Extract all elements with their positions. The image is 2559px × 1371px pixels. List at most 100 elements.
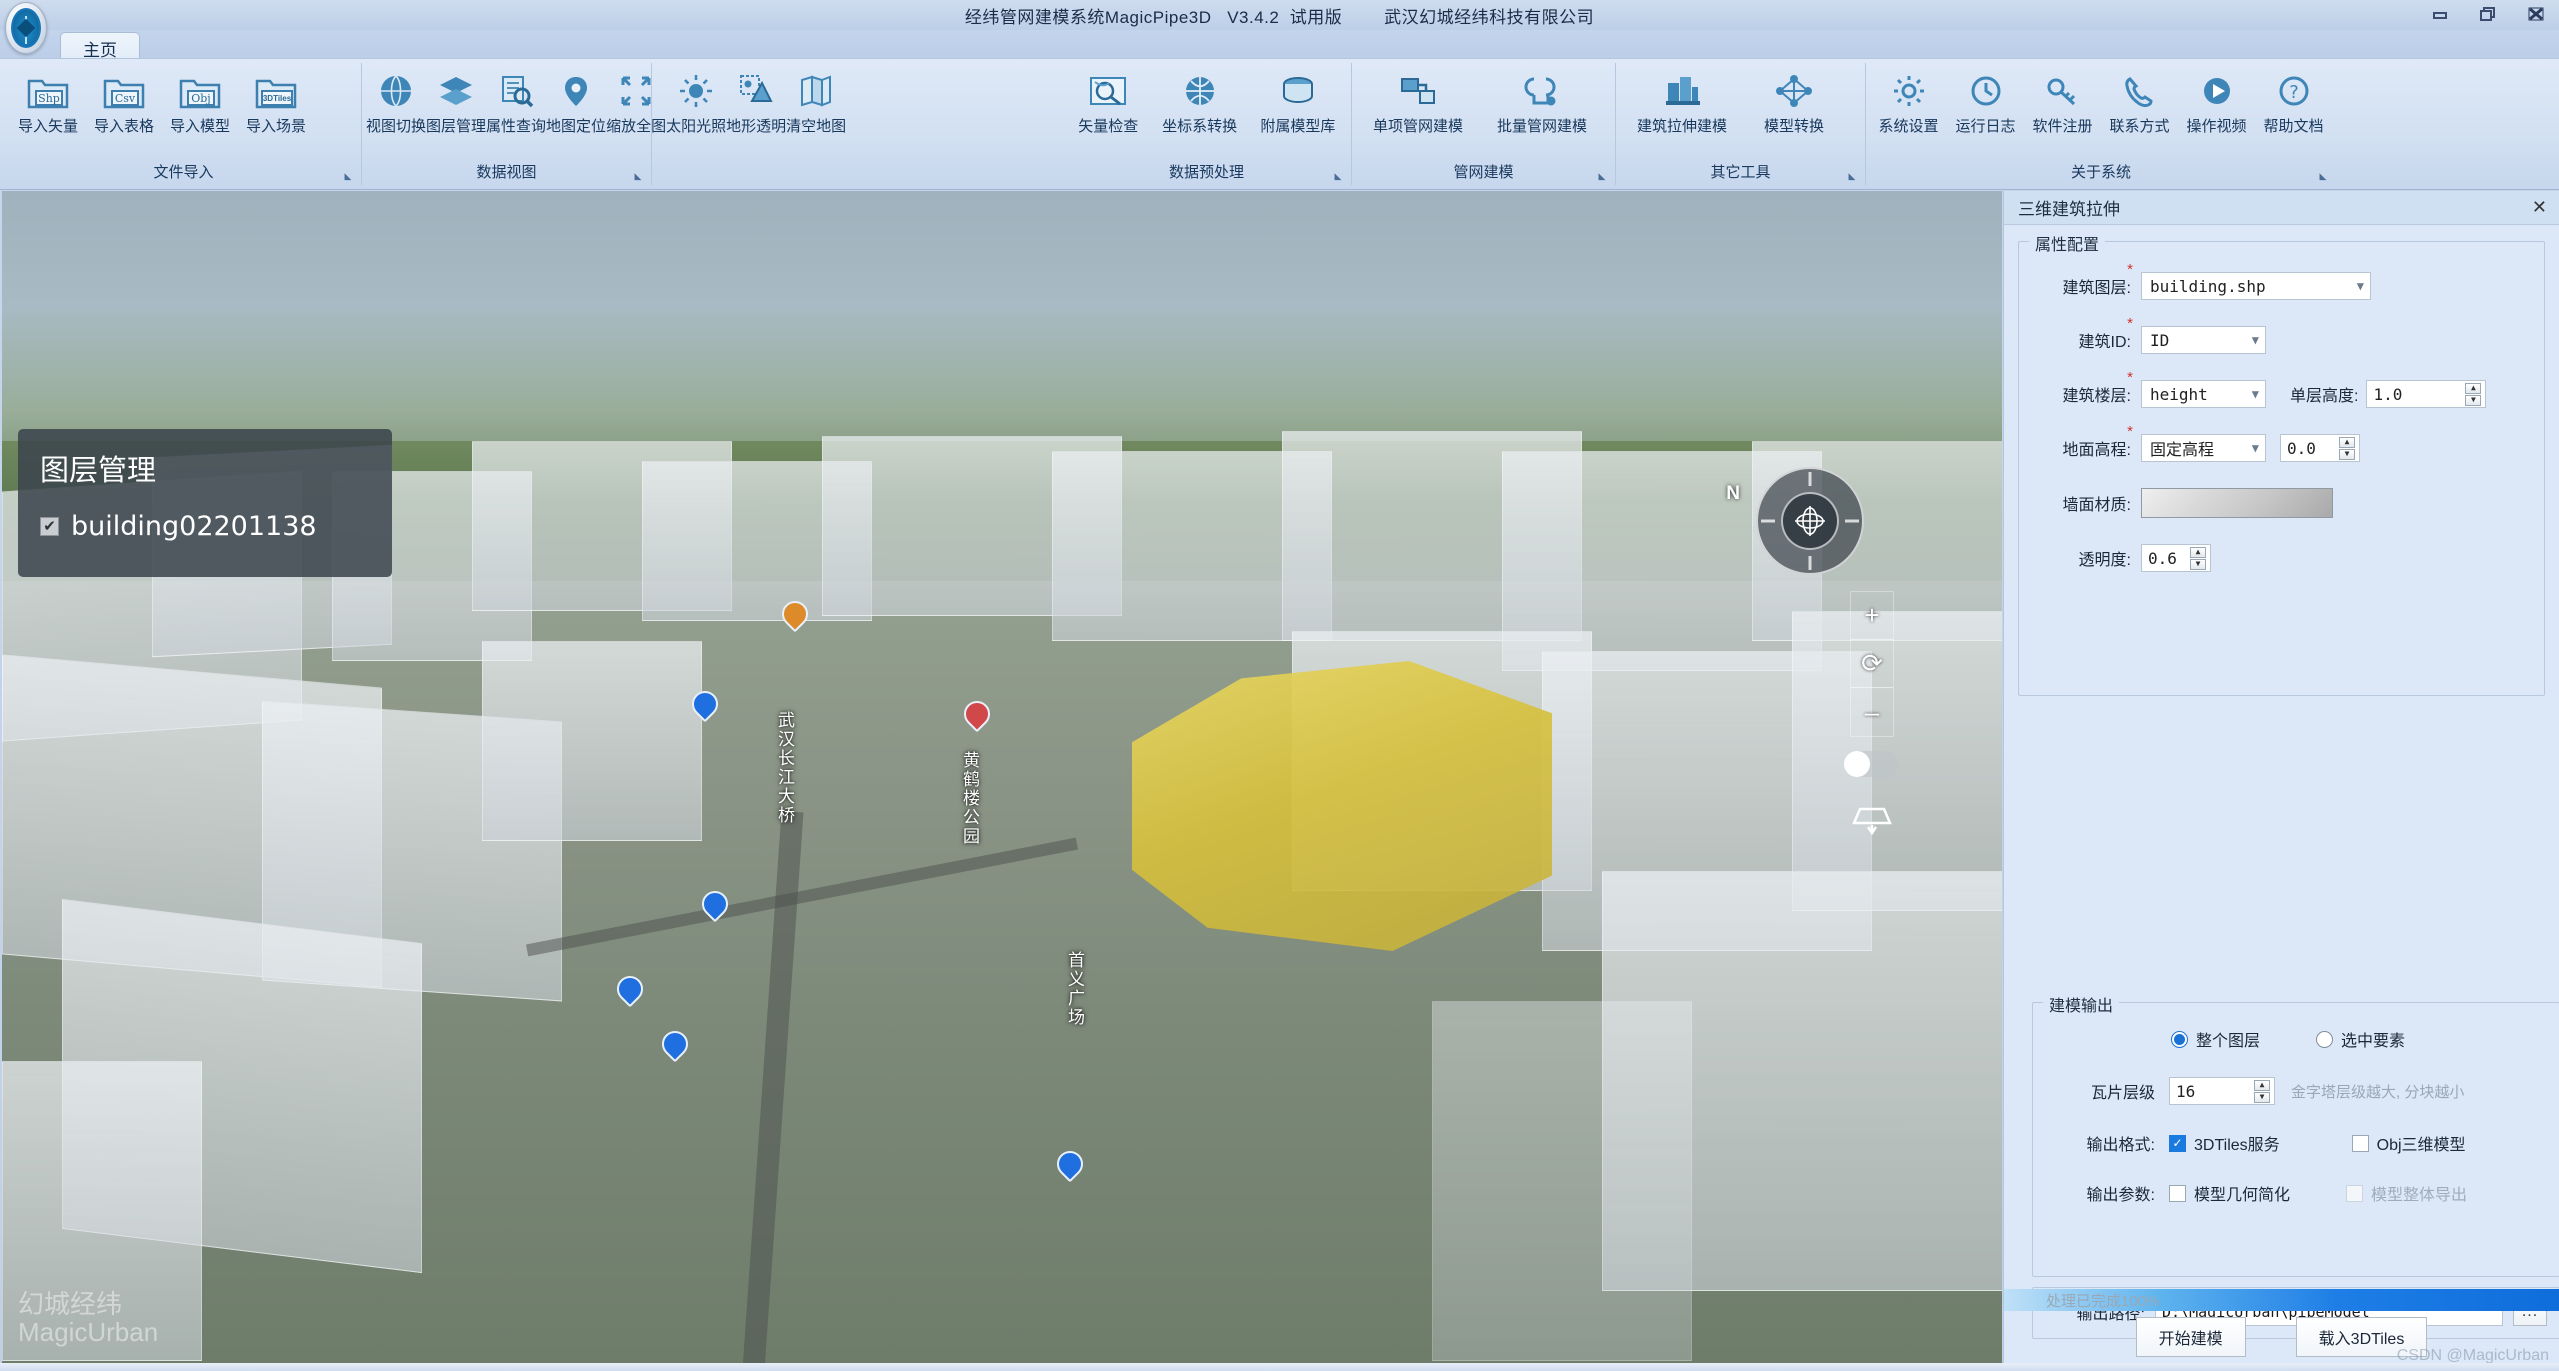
stepper-up-icon[interactable]: ▲ — [2465, 382, 2482, 394]
checkbox-whole-export[interactable] — [2346, 1184, 2364, 1202]
chevron-down-icon: ▼ — [2356, 279, 2364, 293]
stepper-arrows[interactable]: ▲ ▼ — [2254, 1079, 2272, 1103]
layer-item-label: building02201138 — [71, 511, 317, 542]
log-clock-icon — [1965, 69, 2007, 113]
ribbon-button-sunlight[interactable]: 太阳光照 — [666, 67, 726, 138]
select-value: height — [2150, 384, 2208, 404]
ribbon-group-title: 关于系统 ◣ — [1866, 161, 2336, 185]
stepper-up-icon[interactable]: ▲ — [2339, 436, 2355, 448]
ribbon-group-pipe-modeling: 单项管网建模 批量管网建模 管网建模 ◣ — [1352, 63, 1616, 185]
dialog-launcher-icon[interactable]: ◣ — [1847, 172, 1857, 182]
checkbox-3dtiles-label: 3DTiles服务 — [2194, 1137, 2280, 1154]
compass-center-icon[interactable] — [1781, 492, 1839, 550]
building-id-label: 建筑ID: * — [2031, 315, 2133, 352]
ribbon-label: 软件注册 — [2032, 118, 2093, 135]
dialog-launcher-icon[interactable]: ◣ — [1597, 172, 1607, 182]
ribbon-button-crs-convert[interactable]: 坐标系转换 — [1151, 67, 1249, 138]
radio-selected-features[interactable] — [2316, 1030, 2334, 1048]
layer-checkbox[interactable]: ✔ — [40, 517, 59, 536]
ribbon-button-system-settings[interactable]: 系统设置 — [1870, 67, 1947, 138]
svg-text:Shp: Shp — [38, 92, 60, 105]
ribbon-button-single-pipe-model[interactable]: 单项管网建模 — [1356, 67, 1480, 138]
ribbon-button-layer-manager[interactable]: 图层管理 — [426, 67, 486, 138]
ribbon-group-other-tools: 建筑拉伸建模 模型转换 其它工具 ◣ — [1616, 63, 1866, 185]
building-floors-select[interactable]: height ▼ — [2141, 380, 2266, 408]
ribbon-button-model-library[interactable]: 附属模型库 — [1249, 67, 1347, 138]
stepper-down-icon[interactable]: ▼ — [2465, 394, 2482, 406]
map-3d-viewport[interactable]: 武汉长江大桥 黄鹤楼公园 首义广场 图层管理 ✔ building0220113… — [2, 191, 2002, 1363]
folder-csv-icon: Csv — [101, 69, 147, 113]
close-button[interactable] — [2521, 3, 2551, 25]
checkbox-obj-label: Obj三维模型 — [2376, 1137, 2466, 1154]
reset-view-button[interactable]: ⟳ — [1851, 640, 1893, 688]
building-id-select[interactable]: ID ▼ — [2141, 326, 2266, 354]
dialog-launcher-icon[interactable]: ◣ — [2318, 172, 2328, 182]
stepper-down-icon[interactable]: ▼ — [2339, 448, 2355, 460]
zoom-in-button[interactable]: + — [1851, 592, 1893, 640]
stepper-down-icon[interactable]: ▼ — [2254, 1091, 2270, 1103]
ground-elevation-select[interactable]: 固定高程 ▼ — [2141, 434, 2266, 462]
application-window: 经纬管网建模系统MagicPipe3D V3.4.2 试用版 武汉幻城经纬科技有… — [0, 0, 2559, 1371]
ribbon-button-clear-map[interactable]: 清空地图 — [786, 67, 846, 138]
window-title: 经纬管网建模系统MagicPipe3D V3.4.2 试用版 武汉幻城经纬科技有… — [964, 7, 1595, 27]
view-mode-toggle[interactable] — [1844, 751, 1898, 777]
ribbon-button-import-model[interactable]: Obj 导入模型 — [162, 67, 238, 138]
camera-frustum-icon[interactable] — [1850, 803, 1894, 844]
ribbon-button-register[interactable]: 软件注册 — [2024, 67, 2101, 138]
stepper-value: 0.6 — [2148, 548, 2177, 568]
opacity-stepper[interactable]: 0.6 ▲ ▼ — [2141, 544, 2211, 572]
stepper-arrows[interactable]: ▲ ▼ — [2465, 382, 2483, 406]
panel-close-icon[interactable]: ✕ — [2532, 197, 2547, 218]
dialog-launcher-icon[interactable]: ◣ — [1333, 172, 1343, 182]
chevron-down-icon: ▼ — [2251, 441, 2259, 455]
ribbon-button-import-vector[interactable]: Shp 导入矢量 — [10, 67, 86, 138]
chevron-down-icon: ▼ — [2251, 387, 2259, 401]
play-icon — [2196, 69, 2238, 113]
ribbon-button-building-extrude[interactable]: 建筑拉伸建模 — [1620, 67, 1744, 138]
section-legend: 建模输出 — [2043, 992, 2120, 1016]
stepper-arrows[interactable]: ▲ ▼ — [2190, 546, 2208, 570]
checkbox-obj[interactable] — [2351, 1134, 2369, 1152]
start-modeling-button[interactable]: 开始建模 — [2135, 1317, 2246, 1357]
ribbon-button-batch-pipe-model[interactable]: 批量管网建模 — [1480, 67, 1604, 138]
ground-elevation-stepper[interactable]: 0.0 ▲ ▼ — [2280, 434, 2360, 462]
ribbon-button-view-switch[interactable]: 视图切换 — [366, 67, 426, 138]
required-asterisk: * — [2127, 261, 2133, 278]
ribbon-button-video[interactable]: 操作视频 — [2178, 67, 2255, 138]
ribbon-label: 附属模型库 — [1260, 118, 1336, 135]
wall-material-swatch[interactable] — [2141, 488, 2333, 518]
building-layer-select[interactable]: building.shp ▼ — [2141, 272, 2371, 300]
ribbon-button-contact[interactable]: 联系方式 — [2101, 67, 2178, 138]
layer-list-item[interactable]: ✔ building02201138 — [40, 511, 370, 542]
checkbox-3dtiles[interactable]: ✓ — [2169, 1134, 2186, 1152]
ribbon-button-model-convert[interactable]: 模型转换 — [1744, 67, 1844, 138]
minimize-button[interactable] — [2425, 3, 2455, 25]
floor-height-stepper[interactable]: 1.0 ▲ ▼ — [2366, 380, 2487, 408]
dialog-launcher-icon[interactable]: ◣ — [633, 172, 643, 182]
stepper-down-icon[interactable]: ▼ — [2190, 558, 2206, 570]
app-logo-icon[interactable] — [5, 2, 47, 54]
ribbon-button-attribute-query[interactable]: 属性查询 — [486, 67, 546, 138]
zoom-controls[interactable]: + ⟳ – — [1850, 591, 1894, 737]
ribbon-button-import-table[interactable]: Csv 导入表格 — [86, 67, 162, 138]
dialog-launcher-icon[interactable]: ◣ — [343, 172, 353, 182]
stepper-up-icon[interactable]: ▲ — [2254, 1079, 2270, 1091]
ribbon-button-vector-check[interactable]: 矢量检查 — [1066, 67, 1151, 138]
ribbon-button-import-scene[interactable]: 3DTiles 导入场景 — [238, 67, 314, 138]
ribbon-button-map-locate[interactable]: 地图定位 — [546, 67, 606, 138]
compass-widget[interactable] — [1756, 467, 1864, 575]
ribbon-group-about: 系统设置 运行日志 软件注册 联系方式 操作视频 ? 帮助文档 关于系统 ◣ — [1866, 63, 2336, 185]
zoom-out-button[interactable]: – — [1851, 688, 1893, 736]
ribbon-label: 太阳光照 — [666, 118, 727, 135]
stepper-up-icon[interactable]: ▲ — [2190, 546, 2206, 558]
tile-level-stepper[interactable]: 16 ▲ ▼ — [2169, 1077, 2275, 1105]
radio-whole-layer[interactable] — [2171, 1030, 2188, 1048]
ribbon-button-run-log[interactable]: 运行日志 — [1947, 67, 2024, 138]
stepper-arrows[interactable]: ▲ ▼ — [2339, 436, 2357, 460]
ribbon-button-terrain-transparent[interactable]: 地形透明 — [726, 67, 786, 138]
ribbon-button-zoom-extent[interactable]: 缩放全图 — [606, 67, 666, 138]
ribbon-group-title-text: 文件导入 — [153, 164, 214, 181]
checkbox-simplify[interactable] — [2169, 1184, 2186, 1202]
restore-button[interactable] — [2473, 3, 2503, 25]
ribbon-button-help-doc[interactable]: ? 帮助文档 — [2255, 67, 2332, 138]
